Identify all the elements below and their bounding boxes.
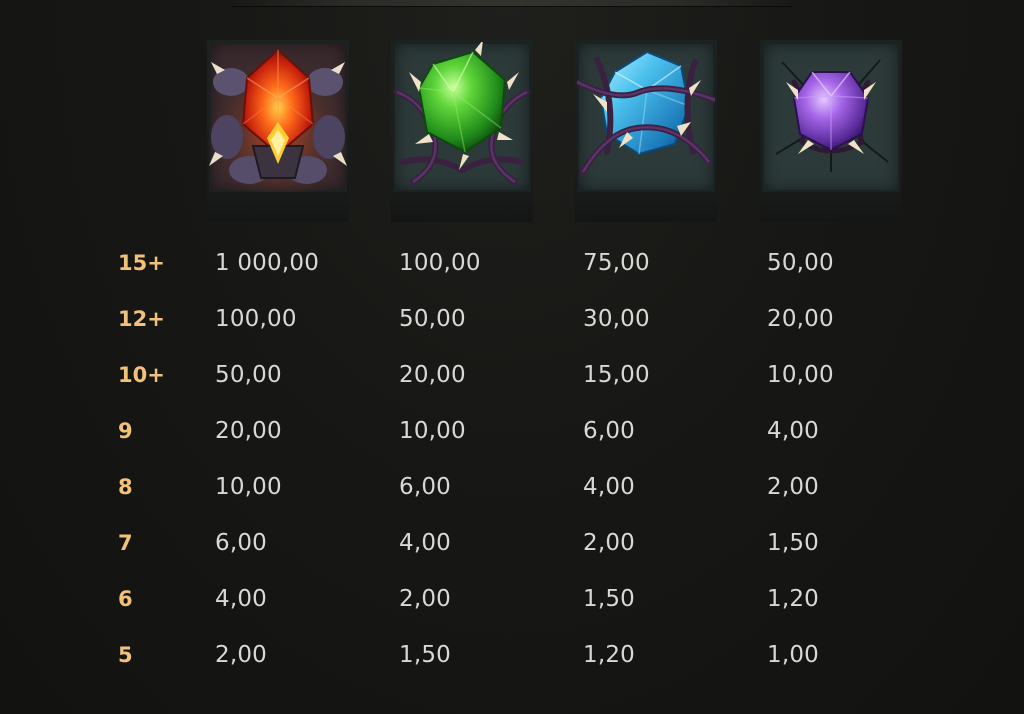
symbol-blue-gem [575,40,717,222]
top-divider [232,0,792,7]
blue-gem-icon [577,50,715,175]
payout-blue-gem: 30,00 [583,306,650,332]
payout-green-gem: 6,00 [399,474,452,500]
payout-red-gem: 2,00 [215,642,268,668]
payout-red-gem: 6,00 [215,530,268,556]
payout-blue-gem: 75,00 [583,250,650,276]
payout-red-gem: 4,00 [215,586,268,612]
payout-purple-gem: 1,00 [767,642,820,668]
symbol-red-gem [207,40,349,222]
payout-green-gem: 10,00 [399,418,466,444]
paytable-page: 15+ 1 000,00 100,00 75,00 50,00 12+ 100,… [0,0,1024,714]
payout-red-gem: 10,00 [215,474,282,500]
green-gem-tile-base [391,192,533,222]
payout-green-gem: 100,00 [399,250,481,276]
row-label-count: 9 [118,419,133,443]
row-label-count: 15+ [118,251,165,275]
payout-green-gem: 20,00 [399,362,466,388]
payout-blue-gem: 6,00 [583,418,636,444]
symbol-purple-gem [760,40,902,222]
payout-blue-gem: 2,00 [583,530,636,556]
payout-green-gem: 2,00 [399,586,452,612]
purple-gem-frame [762,42,900,192]
payout-purple-gem: 10,00 [767,362,834,388]
payout-blue-gem: 4,00 [583,474,636,500]
payout-red-gem: 1 000,00 [215,250,320,276]
row-label-count: 5 [118,643,133,667]
row-label-count: 7 [118,531,133,555]
payout-purple-gem: 1,20 [767,586,820,612]
red-gem-tile-base [207,192,349,222]
payout-green-gem: 50,00 [399,306,466,332]
row-label-count: 8 [118,475,133,499]
payout-blue-gem: 15,00 [583,362,650,388]
payout-green-gem: 4,00 [399,530,452,556]
green-gem-icon [394,42,530,185]
red-gem-icon [209,42,347,192]
payout-blue-gem: 1,20 [583,642,636,668]
red-gem-frame [209,42,347,192]
payout-blue-gem: 1,50 [583,586,636,612]
payout-purple-gem: 50,00 [767,250,834,276]
payout-red-gem: 50,00 [215,362,282,388]
row-label-count: 6 [118,587,133,611]
green-gem-frame [393,42,531,192]
payout-red-gem: 100,00 [215,306,297,332]
row-label-count: 10+ [118,363,165,387]
payout-purple-gem: 1,50 [767,530,820,556]
blue-gem-tile-base [575,192,717,222]
payout-purple-gem: 20,00 [767,306,834,332]
payout-red-gem: 20,00 [215,418,282,444]
row-label-count: 12+ [118,307,165,331]
purple-gem-tile-base [760,192,902,222]
purple-gem-icon [775,59,889,172]
payout-purple-gem: 4,00 [767,418,820,444]
payout-purple-gem: 2,00 [767,474,820,500]
blue-gem-frame [577,42,715,192]
payout-green-gem: 1,50 [399,642,452,668]
symbol-green-gem [391,40,533,222]
